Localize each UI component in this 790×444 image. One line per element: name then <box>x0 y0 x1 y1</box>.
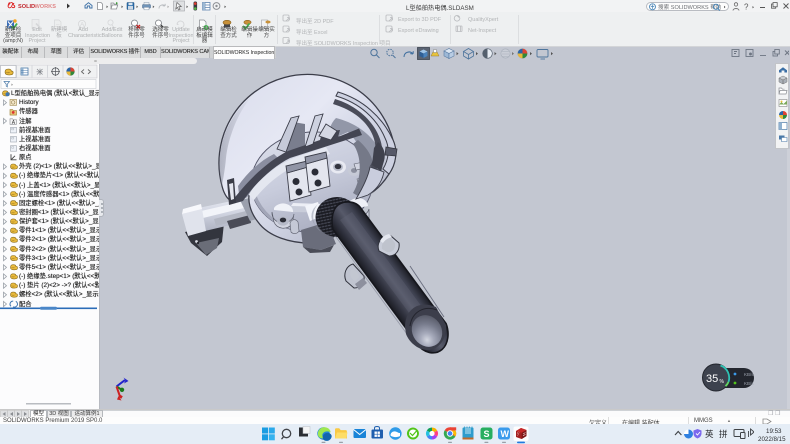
svg-text:WORKS: WORKS <box>35 4 57 10</box>
svg-text:2022/8/15: 2022/8/15 <box>758 436 786 443</box>
svg-text:19:53: 19:53 <box>766 428 782 435</box>
svg-text:S: S <box>484 429 490 439</box>
svg-text:?: ? <box>744 3 749 12</box>
svg-text:拼: 拼 <box>719 429 728 439</box>
svg-text:SOLID: SOLID <box>18 4 35 10</box>
svg-text:搜索 SOLIDWORKS 帮助: 搜索 SOLIDWORKS 帮助 <box>658 3 722 11</box>
svg-text:英: 英 <box>705 429 714 439</box>
svg-text:W: W <box>501 429 510 439</box>
